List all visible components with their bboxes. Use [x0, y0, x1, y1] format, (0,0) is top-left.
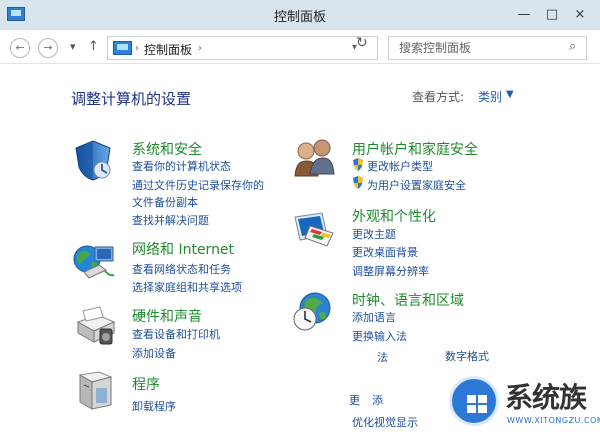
link-file-backup-copy[interactable]: 文件备份副本 — [132, 194, 198, 210]
globe-icon[interactable] — [72, 241, 116, 281]
back-button[interactable]: ← — [10, 38, 30, 58]
link-clock-partial[interactable]: 法 — [377, 349, 388, 365]
box-icon[interactable] — [75, 369, 117, 413]
brand-url: WWW.XITONGZU.COM — [507, 416, 600, 425]
address-toolbar: ← → ▾ ↑ › 控制面板 › ▾ ↻ ⌕ — [0, 30, 600, 64]
link-change-input-method[interactable]: 更换输入法 — [352, 328, 407, 344]
link-add-device[interactable]: 添加设备 — [132, 345, 176, 361]
link-optimize-display[interactable]: 优化视觉显示 — [352, 414, 418, 430]
link-troubleshoot[interactable]: 查找并解决问题 — [132, 212, 209, 228]
category-clock-language-region[interactable]: 时钟、语言和区域 — [352, 290, 464, 310]
up-button[interactable]: ↑ — [88, 39, 99, 54]
search-icon[interactable]: ⌕ — [569, 40, 583, 54]
link-homegroup-sharing[interactable]: 选择家庭组和共享选项 — [132, 279, 242, 295]
forward-button[interactable]: → — [38, 38, 58, 58]
window-title: 控制面板 — [273, 10, 326, 25]
link-screen-resolution[interactable]: 调整屏幕分辨率 — [352, 263, 429, 279]
breadcrumb-arrow-icon[interactable]: › — [135, 43, 139, 54]
link-number-format-partial[interactable]: 数字格式 — [445, 348, 489, 364]
windows-logo-icon — [467, 395, 487, 413]
link-change-background[interactable]: 更改桌面背景 — [352, 244, 418, 260]
brand-logo-icon — [449, 376, 499, 426]
title-bar: 控制面板 — □ × — [0, 0, 600, 30]
refresh-icon[interactable]: ↻ — [356, 35, 368, 51]
display-paint-icon[interactable] — [292, 211, 338, 249]
link-family-safety[interactable]: 为用户设置家庭安全 — [367, 177, 466, 193]
brand-name: 系统族 — [505, 381, 587, 414]
globe-clock-icon[interactable] — [292, 290, 336, 334]
category-system-and-security[interactable]: 系统和安全 — [132, 139, 202, 159]
address-bar[interactable]: › 控制面板 › ▾ — [107, 36, 378, 60]
chevron-down-icon[interactable]: ▼ — [506, 89, 514, 100]
watermark: 系统族 WWW.XITONGZU.COM — [447, 372, 600, 436]
link-view-computer-status[interactable]: 查看你的计算机状态 — [132, 158, 231, 174]
category-hardware-and-sound[interactable]: 硬件和声音 — [132, 306, 202, 326]
view-by-dropdown[interactable]: 类别 — [478, 88, 502, 105]
link-uninstall-program[interactable]: 卸载程序 — [132, 398, 176, 414]
link-view-network-status[interactable]: 查看网络状态和任务 — [132, 261, 231, 277]
category-user-accounts[interactable]: 用户帐户和家庭安全 — [352, 139, 478, 159]
page-title: 调整计算机的设置 — [71, 90, 192, 108]
link-ease-partial[interactable]: 更 — [349, 392, 360, 408]
search-input[interactable] — [389, 37, 563, 59]
shield-icon — [353, 176, 363, 189]
breadcrumb-arrow-icon[interactable]: › — [198, 43, 202, 54]
category-appearance[interactable]: 外观和个性化 — [352, 206, 436, 226]
link-add-language[interactable]: 添加语言 — [352, 309, 396, 325]
search-box[interactable]: ⌕ — [388, 36, 587, 60]
view-by-label: 查看方式: — [412, 90, 465, 104]
users-icon[interactable] — [292, 138, 336, 180]
link-file-history-backup[interactable]: 通过文件历史记录保存你的 — [132, 177, 264, 193]
close-button[interactable]: × — [568, 6, 592, 24]
recent-pages-button[interactable]: ▾ — [70, 40, 76, 53]
shield-icon[interactable] — [72, 139, 114, 181]
control-panel-icon — [113, 41, 132, 55]
maximize-button[interactable]: □ — [540, 6, 564, 24]
category-programs[interactable]: 程序 — [132, 374, 160, 394]
category-network-and-internet[interactable]: 网络和 Internet — [132, 239, 234, 259]
link-change-theme[interactable]: 更改主题 — [352, 226, 396, 242]
link-devices-printers[interactable]: 查看设备和打印机 — [132, 326, 220, 342]
breadcrumb-control-panel[interactable]: 控制面板 — [144, 41, 192, 58]
link-change-account-type[interactable]: 更改帐户类型 — [367, 158, 433, 174]
minimize-button[interactable]: — — [512, 6, 536, 24]
link-ease-partial-2[interactable]: 添 — [372, 392, 383, 408]
printer-icon[interactable] — [72, 304, 118, 346]
shield-icon — [353, 158, 363, 171]
